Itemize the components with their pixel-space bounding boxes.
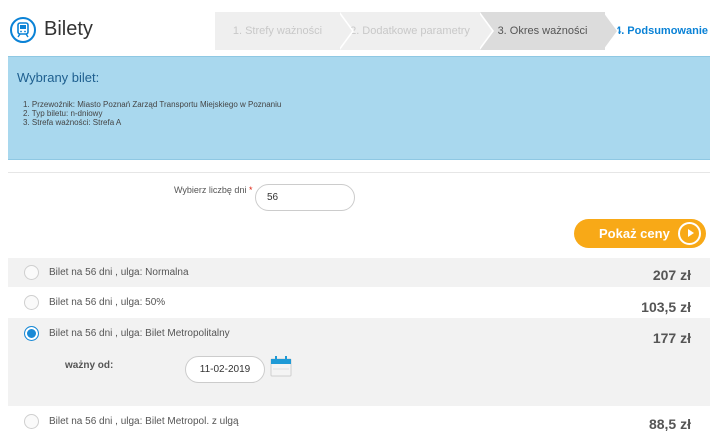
step-zones[interactable]: 1. Strefy ważności bbox=[215, 12, 340, 50]
days-label: Wybierz liczbę dni * bbox=[174, 185, 253, 195]
ticket-radio[interactable] bbox=[24, 265, 39, 280]
ticket-label: Bilet na 56 dni , ulga: Bilet Metropol. … bbox=[49, 416, 239, 427]
ticket-radio[interactable] bbox=[24, 414, 39, 429]
step-summary[interactable]: 4. Podsumowanie bbox=[605, 12, 710, 50]
train-icon bbox=[10, 17, 36, 43]
ticket-price: 88,5 zł bbox=[648, 416, 691, 431]
calendar-icon[interactable] bbox=[270, 355, 292, 377]
ticket-label: Bilet na 56 dni , ulga: 50% bbox=[49, 297, 166, 308]
step-separator bbox=[603, 12, 617, 50]
detail-zone: 3. Strefa ważności: Strefa A bbox=[23, 118, 122, 127]
ticket-price: 177 zł bbox=[652, 330, 691, 346]
days-input[interactable]: 56 bbox=[255, 184, 355, 211]
ticket-radio[interactable] bbox=[24, 295, 39, 310]
detail-carrier: 1. Przewoźnik: Miasto Poznań Zarząd Tran… bbox=[23, 100, 282, 109]
ticket-row[interactable]: Bilet na 56 dni , ulga: 50% 103,5 zł bbox=[8, 287, 710, 318]
step-separator bbox=[478, 12, 492, 50]
ticket-radio-selected[interactable] bbox=[24, 326, 39, 341]
ticket-row[interactable]: Bilet na 56 dni , ulga: Normalna 207 zł bbox=[8, 258, 710, 287]
selected-ticket-details: 1. Przewoźnik: Miasto Poznań Zarząd Tran… bbox=[23, 100, 281, 127]
selected-ticket-panel: Wybrany bilet: 1. Przewoźnik: Miasto Poz… bbox=[8, 56, 710, 160]
ticket-price: 103,5 zł bbox=[641, 299, 691, 315]
ticket-label: Bilet na 56 dni , ulga: Normalna bbox=[49, 267, 189, 278]
page-title: Bilety bbox=[44, 18, 93, 40]
ticket-price: 207 zł bbox=[652, 267, 691, 283]
header: Bilety 1. Strefy ważności 2. Dodatkowe p… bbox=[0, 0, 710, 58]
step-separator bbox=[338, 12, 352, 50]
valid-from-label: ważny od: bbox=[65, 360, 114, 371]
arrow-right-icon bbox=[678, 222, 701, 245]
detail-ticket-type: 2. Typ biletu: n-dniowy bbox=[23, 109, 103, 118]
ticket-label: Bilet na 56 dni , ulga: Bilet Metropolit… bbox=[49, 328, 230, 339]
valid-from-date-input[interactable]: 11-02-2019 bbox=[185, 356, 265, 383]
show-prices-button[interactable]: Pokaż ceny bbox=[574, 219, 706, 248]
ticket-row[interactable]: Bilet na 56 dni , ulga: Bilet Metropol. … bbox=[8, 406, 710, 431]
show-prices-label: Pokaż ceny bbox=[599, 226, 670, 241]
wizard-steps: 1. Strefy ważności 2. Dodatkowe parametr… bbox=[215, 12, 710, 50]
step-validity-period[interactable]: 3. Okres ważności bbox=[480, 12, 605, 50]
step-parameters[interactable]: 2. Dodatkowe parametry bbox=[340, 12, 480, 50]
selected-ticket-title: Wybrany bilet: bbox=[17, 70, 100, 85]
